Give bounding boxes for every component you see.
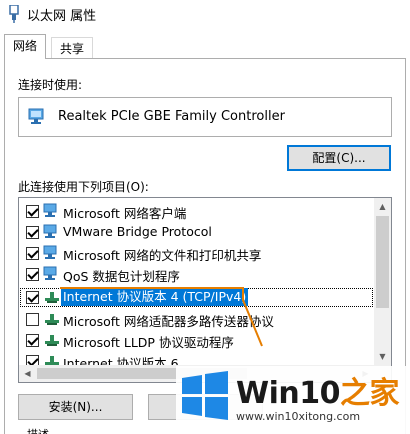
scroll-up-icon[interactable]: ▲: [374, 198, 391, 215]
windows-logo-icon: [182, 371, 228, 420]
item-label: Microsoft 网络的文件和打印机共享: [63, 248, 262, 263]
watermark: Win10之家 www.win10xitong.com: [176, 366, 410, 434]
network-client-icon: [43, 203, 57, 217]
list-item[interactable]: QoS 数据包计划程序: [19, 264, 374, 285]
list-item[interactable]: VMware Bridge Protocol: [19, 222, 374, 243]
tab-strip: 网络 共享: [0, 34, 410, 59]
install-button[interactable]: 安装(N)...: [18, 394, 133, 420]
title-bar: 以太网 属性: [0, 0, 410, 30]
adapter-name: Realtek PCIe GBE Family Controller: [58, 109, 285, 124]
list-item[interactable]: Internet 协议版本 4 (TCP/IPv4): [19, 287, 374, 308]
protocol-icon: [45, 292, 59, 303]
item-checkbox[interactable]: [26, 291, 39, 304]
item-label: Internet 协议版本 4 (TCP/IPv4): [61, 288, 249, 306]
item-checkbox[interactable]: [26, 268, 39, 281]
protocol-icon: [45, 314, 59, 325]
adapter-box: Realtek PCIe GBE Family Controller: [18, 97, 392, 137]
vertical-scrollbar[interactable]: ▲ ▼: [374, 198, 391, 365]
item-checkbox[interactable]: [26, 205, 39, 218]
connect-using-label: 连接时使用:: [18, 78, 83, 92]
ethernet-icon: [9, 5, 19, 23]
watermark-title: Win10之家: [236, 376, 399, 411]
item-checkbox[interactable]: [26, 226, 39, 239]
window-title: 以太网 属性: [27, 9, 97, 24]
list-item[interactable]: Microsoft 网络客户端: [19, 201, 374, 222]
items-listbox[interactable]: Microsoft 网络客户端 VMware Bridge Protocol M…: [18, 197, 392, 383]
qos-icon: [43, 266, 57, 280]
item-label: VMware Bridge Protocol: [63, 224, 212, 239]
network-adapter-icon: [28, 108, 44, 124]
item-label: Microsoft 网络适配器多路传送器协议: [63, 314, 274, 329]
file-share-icon: [43, 245, 57, 259]
item-checkbox[interactable]: [26, 247, 39, 260]
scroll-thumb[interactable]: [376, 216, 389, 308]
protocol-icon: [45, 335, 59, 346]
list-item[interactable]: Microsoft 网络适配器多路传送器协议: [19, 309, 374, 330]
tab-network[interactable]: 网络: [4, 34, 47, 59]
item-label: QoS 数据包计划程序: [63, 269, 180, 284]
network-protocol-icon: [43, 224, 57, 238]
tab-sharing[interactable]: 共享: [51, 37, 94, 58]
list-item[interactable]: Microsoft 网络的文件和打印机共享: [19, 243, 374, 264]
description-label: 描述: [27, 426, 49, 434]
scroll-left-icon[interactable]: ◀: [19, 365, 36, 382]
item-label: Microsoft 网络客户端: [63, 206, 187, 221]
scroll-down-icon[interactable]: ▼: [374, 348, 391, 365]
item-checkbox[interactable]: [26, 313, 39, 326]
watermark-url: www.win10xitong.com: [236, 410, 361, 423]
list-item[interactable]: Microsoft LLDP 协议驱动程序: [19, 330, 374, 351]
configure-button[interactable]: 配置(C)...: [287, 145, 391, 171]
items-label: 此连接使用下列项目(O):: [18, 180, 149, 194]
item-label: Microsoft LLDP 协议驱动程序: [63, 335, 234, 350]
item-checkbox[interactable]: [26, 334, 39, 347]
